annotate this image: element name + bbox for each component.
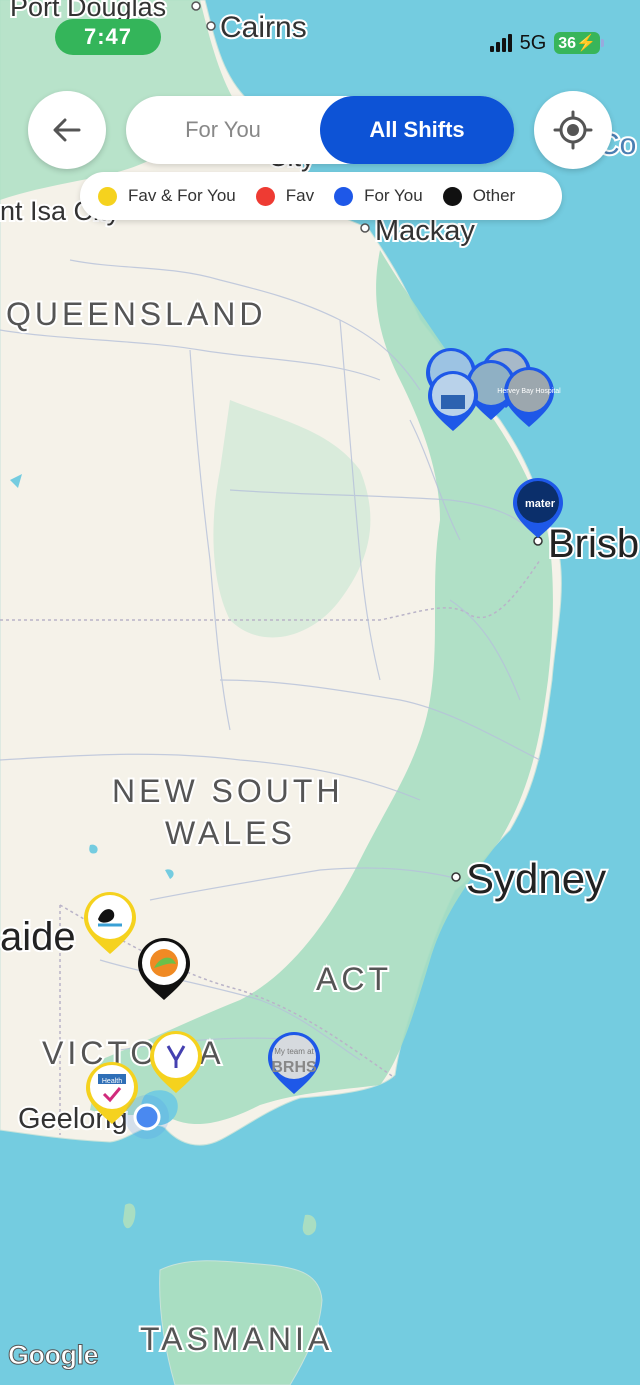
legend-item-other: Other xyxy=(442,186,516,206)
label-nsw-line1: NEW SOUTH xyxy=(112,773,344,809)
label-adelaide: aide xyxy=(0,915,76,959)
network-label: 5G xyxy=(519,31,547,54)
label-act: ACT xyxy=(316,961,392,997)
legend-label: Fav & For You xyxy=(128,186,236,205)
tab-for-you[interactable]: For You xyxy=(126,96,320,164)
mater-label: mater xyxy=(525,498,556,510)
current-location xyxy=(125,1095,169,1139)
label-cairns: Cairns xyxy=(220,11,307,44)
brhs-label: BRHS xyxy=(271,1059,317,1076)
label-queensland: QUEENSLAND xyxy=(6,296,267,332)
crosshair-icon xyxy=(553,110,593,150)
status-time: 7:47 xyxy=(55,19,161,55)
legend-item-for-you: For You xyxy=(334,186,423,206)
back-button[interactable] xyxy=(28,91,106,169)
legend-item-fav-for-you: Fav & For You xyxy=(98,186,236,206)
status-indicators: 5G 36⚡ xyxy=(489,30,604,56)
label-brisbane: Brisb xyxy=(548,522,639,566)
health-logo-bg xyxy=(90,1065,134,1109)
shift-filter-toggle: For You All Shifts xyxy=(126,96,514,164)
legend-item-fav: Fav xyxy=(255,186,315,206)
signal-icon xyxy=(489,34,512,52)
hospital-sign-4 xyxy=(441,395,465,409)
google-logo: Google xyxy=(8,1340,100,1371)
my-location-button[interactable] xyxy=(534,91,612,169)
legend-dot-red xyxy=(255,186,275,206)
legend-dot-yellow xyxy=(98,186,117,206)
label-nsw-line2: WALES xyxy=(165,815,296,851)
pin-legend: Fav & For You Fav For You Other xyxy=(80,172,562,220)
label-sydney: Sydney xyxy=(466,855,606,902)
legend-label: Fav xyxy=(285,186,315,205)
health-logo-text: Health xyxy=(102,1078,122,1085)
battery-level: 36 xyxy=(558,35,577,52)
charging-icon: ⚡ xyxy=(576,35,596,52)
medical-logo-bg xyxy=(154,1034,198,1078)
legend-dot-black xyxy=(442,186,462,206)
legend-label: Other xyxy=(472,186,516,205)
back-arrow-icon xyxy=(53,118,81,142)
tab-all-shifts[interactable]: All Shifts xyxy=(320,96,514,164)
brhs-my-team: My team at xyxy=(274,1047,314,1056)
legend-label: For You xyxy=(364,186,423,205)
pin-hervey-bay-text: Hervey Bay Hospital xyxy=(497,388,561,395)
battery-icon: 36⚡ xyxy=(554,32,604,54)
label-tasmania: TASMANIA xyxy=(140,1321,333,1357)
legend-dot-blue xyxy=(334,186,354,206)
